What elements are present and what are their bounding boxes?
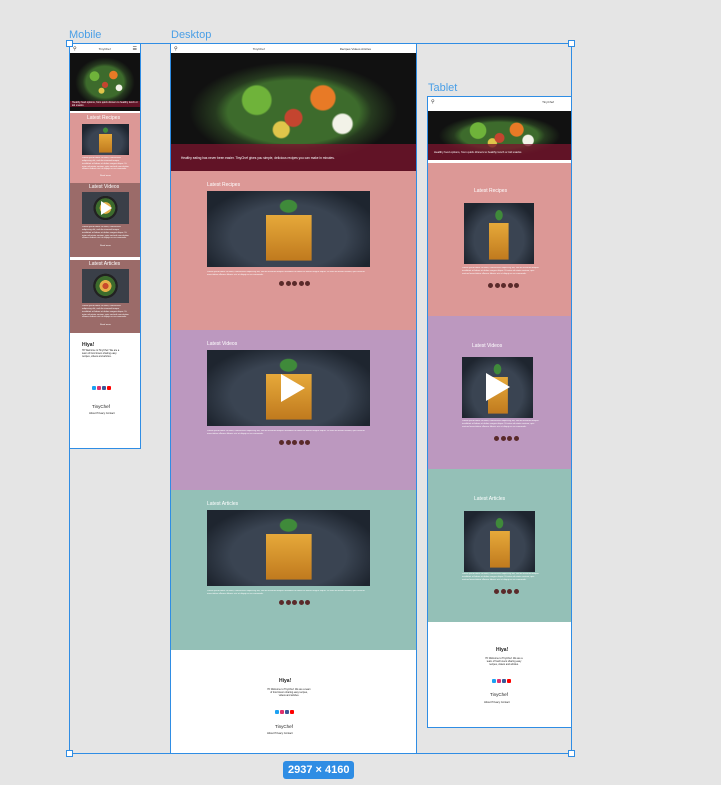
mobile-frame-label[interactable]: Mobile <box>69 29 101 41</box>
selection-bounding-box[interactable] <box>69 43 572 754</box>
resize-handle-bottom-right[interactable] <box>568 750 575 757</box>
resize-handle-top-right[interactable] <box>568 40 575 47</box>
desktop-frame-label[interactable]: Desktop <box>171 29 211 41</box>
resize-handle-bottom-left[interactable] <box>66 750 73 757</box>
selection-size-badge: 2937 × 4160 <box>283 761 355 779</box>
resize-handle-top-left[interactable] <box>66 40 73 47</box>
